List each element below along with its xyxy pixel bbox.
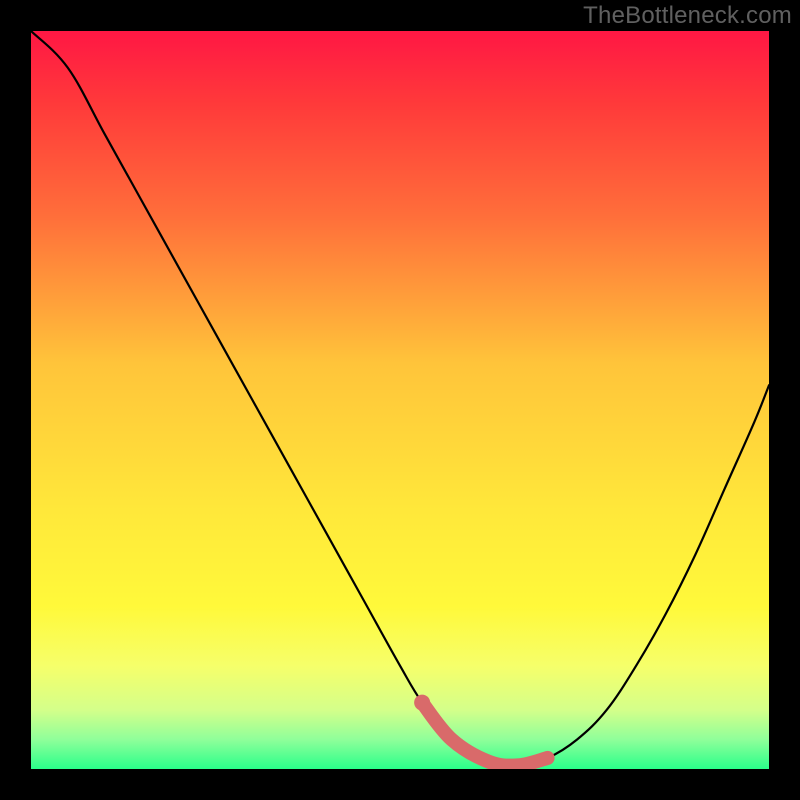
curves-overlay	[31, 31, 769, 769]
highlight-band	[422, 703, 547, 766]
highlight-dot	[414, 695, 430, 711]
chart-frame: TheBottleneck.com	[0, 0, 800, 800]
watermark-text: TheBottleneck.com	[583, 2, 792, 30]
bottleneck-curve	[31, 31, 769, 766]
plot-area	[31, 31, 769, 769]
